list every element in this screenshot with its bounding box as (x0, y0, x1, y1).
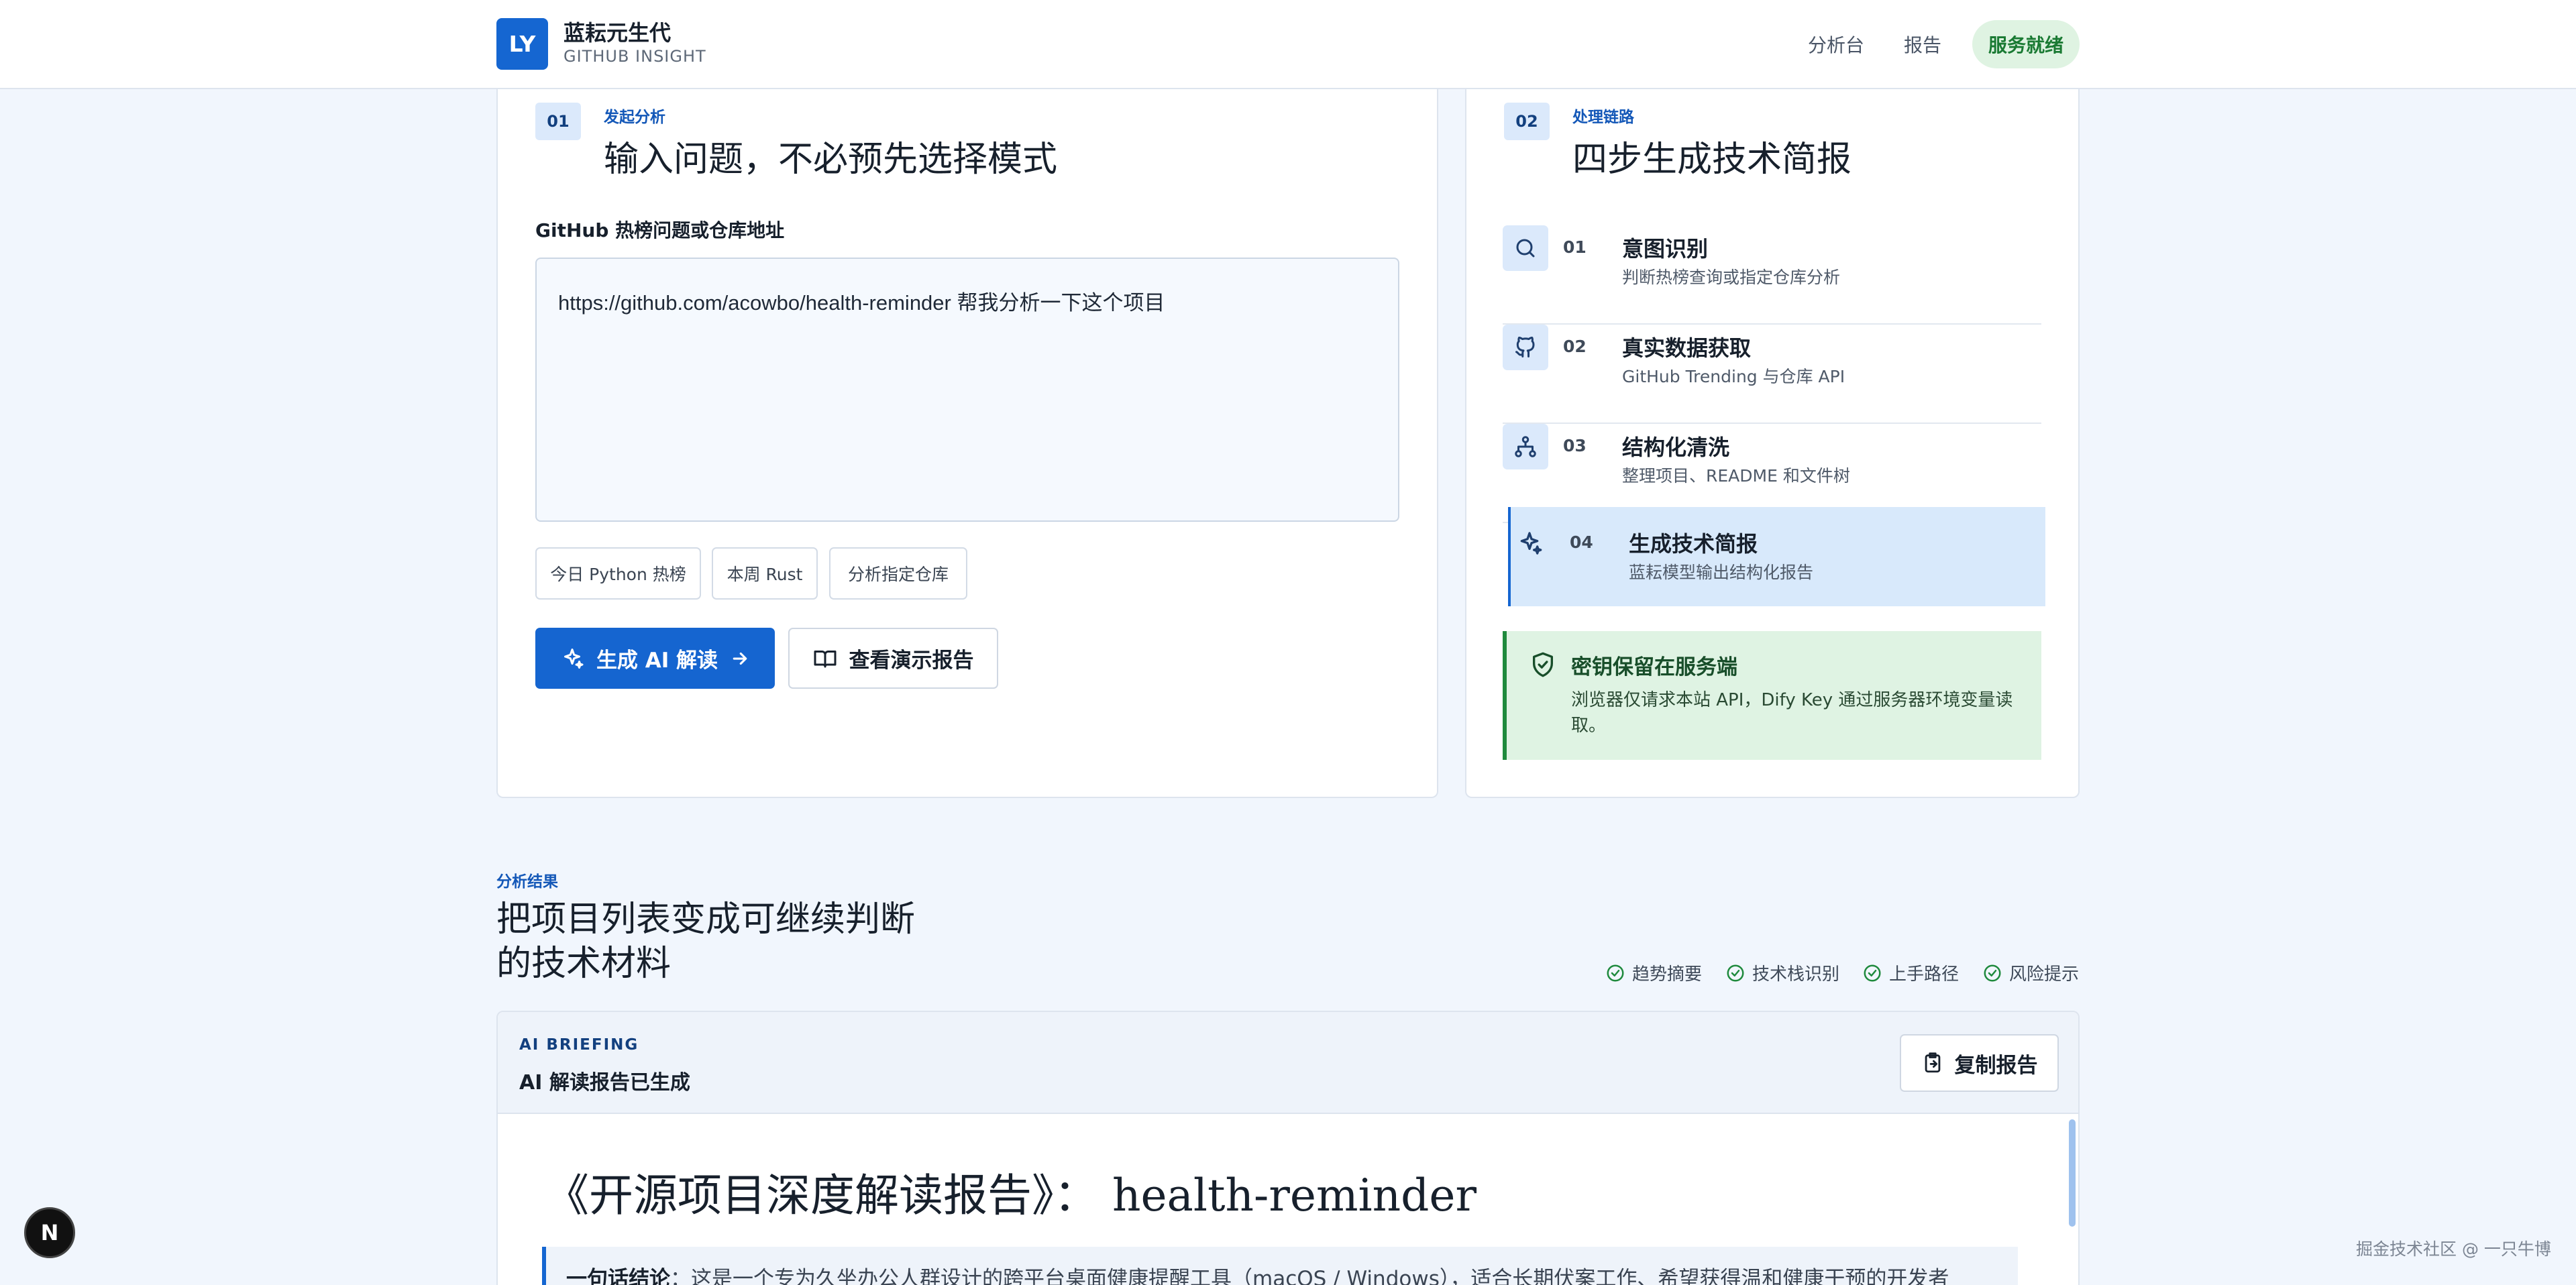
query-input[interactable]: https://github.com/acowbo/health-reminde… (535, 258, 1399, 522)
check-circle-icon (1727, 964, 1744, 981)
watermark: 掘金技术社区 @ 一只牛博 (2356, 1239, 2551, 1259)
check-circle-icon (1984, 964, 2001, 981)
tag-trend-summary: 趋势摘要 (1605, 960, 1702, 985)
brand-name: 蓝耘元生代 (564, 20, 672, 46)
results-eyebrow: 分析结果 (496, 873, 558, 891)
github-icon (1503, 325, 1548, 370)
tag-getting-started: 上手路径 (1862, 960, 1959, 985)
results-title: 把项目列表变成可继续判断的技术材料 (496, 899, 916, 984)
shield-check-icon (1529, 651, 1556, 678)
dev-tools-badge[interactable]: N (24, 1207, 75, 1258)
pipeline-step-number: 02 (1563, 337, 1587, 356)
security-notice: 密钥保留在服务端 浏览器仅请求本站 API，Dify Key 通过服务器环境变量… (1503, 631, 2041, 760)
step-number: 02 (1504, 103, 1550, 140)
step-number: 01 (535, 103, 581, 140)
clipboard-copy-icon (1921, 1052, 1944, 1074)
report-status: AI 解读报告已生成 (519, 1071, 690, 1095)
brand-subtitle: GITHUB INSIGHT (564, 47, 706, 66)
report-panel: AI BRIEFING AI 解读报告已生成 复制报告 《开源项目深度解读报告》… (496, 1011, 2080, 1285)
nav-analysis[interactable]: 分析台 (1808, 31, 1864, 58)
pipeline-step-desc: 判断热榜查询或指定仓库分析 (1622, 268, 1841, 287)
pipeline-step-active: 04 生成技术简报 蓝耘模型输出结构化报告 (1508, 507, 2045, 606)
demo-report-label: 查看演示报告 (849, 649, 974, 673)
pipeline-step-number: 01 (1563, 237, 1587, 257)
status-badge: 服务就绪 (1972, 20, 2080, 68)
pipeline-step: 01 意图识别 判断热榜查询或指定仓库分析 (1503, 225, 2041, 325)
sparkles-icon (560, 647, 584, 671)
copy-report-button[interactable]: 复制报告 (1900, 1034, 2059, 1092)
section-eyebrow: 处理链路 (1572, 109, 1634, 126)
report-header: AI BRIEFING AI 解读报告已生成 复制报告 (498, 1012, 2078, 1114)
copy-report-label: 复制报告 (1954, 1053, 2038, 1078)
search-icon (1503, 225, 1548, 271)
pipeline-step-title: 生成技术简报 (1629, 531, 1758, 557)
report-eyebrow: AI BRIEFING (519, 1036, 639, 1054)
check-circle-icon (1864, 964, 1881, 981)
pipeline-step-title: 真实数据获取 (1622, 335, 1752, 361)
notice-body: 浏览器仅请求本站 API，Dify Key 通过服务器环境变量读取。 (1571, 690, 2013, 736)
check-circle-icon (1607, 964, 1624, 981)
tag-risk: 风险提示 (1982, 960, 2079, 985)
pipeline-step-number: 03 (1563, 436, 1587, 455)
book-open-icon (813, 647, 837, 671)
pipeline-step-desc: 蓝耘模型输出结构化报告 (1629, 563, 1814, 582)
nav-report[interactable]: 报告 (1904, 31, 1941, 58)
pipeline-step: 02 真实数据获取 GitHub Trending 与仓库 API (1503, 325, 2041, 424)
sparkles-icon (1516, 530, 1543, 557)
notice-title: 密钥保留在服务端 (1571, 655, 1737, 679)
pipeline-step-desc: GitHub Trending 与仓库 API (1622, 367, 1845, 386)
logo[interactable]: LY (496, 18, 548, 70)
tag-tech-stack: 技术栈识别 (1725, 960, 1839, 985)
pipeline-step-title: 意图识别 (1622, 236, 1709, 262)
section-title: 输入问题，不必预先选择模式 (604, 139, 1058, 180)
pipeline-step-desc: 整理项目、README 和文件树 (1622, 466, 1850, 486)
generate-button[interactable]: 生成 AI 解读 (535, 628, 775, 689)
sitemap-icon (1503, 424, 1548, 469)
report-scrollbar[interactable] (2069, 1119, 2076, 1227)
pipeline-step-title: 结构化清洗 (1622, 435, 1730, 460)
report-title: 《开源项目深度解读报告》： health-reminder (545, 1170, 1477, 1221)
chip-rust-weekly[interactable]: 本周 Rust (712, 547, 818, 600)
top-bar: LY 蓝耘元生代 GITHUB INSIGHT 分析台 报告 服务就绪 (0, 0, 2576, 89)
pipeline-step-number: 04 (1570, 533, 1593, 552)
demo-report-button[interactable]: 查看演示报告 (788, 628, 998, 689)
chip-analyze-repo[interactable]: 分析指定仓库 (829, 547, 967, 600)
generate-button-label: 生成 AI 解读 (596, 649, 718, 673)
section-eyebrow: 发起分析 (604, 109, 665, 126)
section-title: 四步生成技术简报 (1572, 139, 1852, 180)
arrow-right-icon (730, 649, 750, 669)
chip-python-trending[interactable]: 今日 Python 热榜 (535, 547, 701, 600)
report-summary: 一句话结论：这是一个专为久坐办公人群设计的跨平台桌面健康提醒工具（macOS /… (542, 1247, 2018, 1285)
field-label: GitHub 热榜问题或仓库地址 (535, 219, 785, 241)
